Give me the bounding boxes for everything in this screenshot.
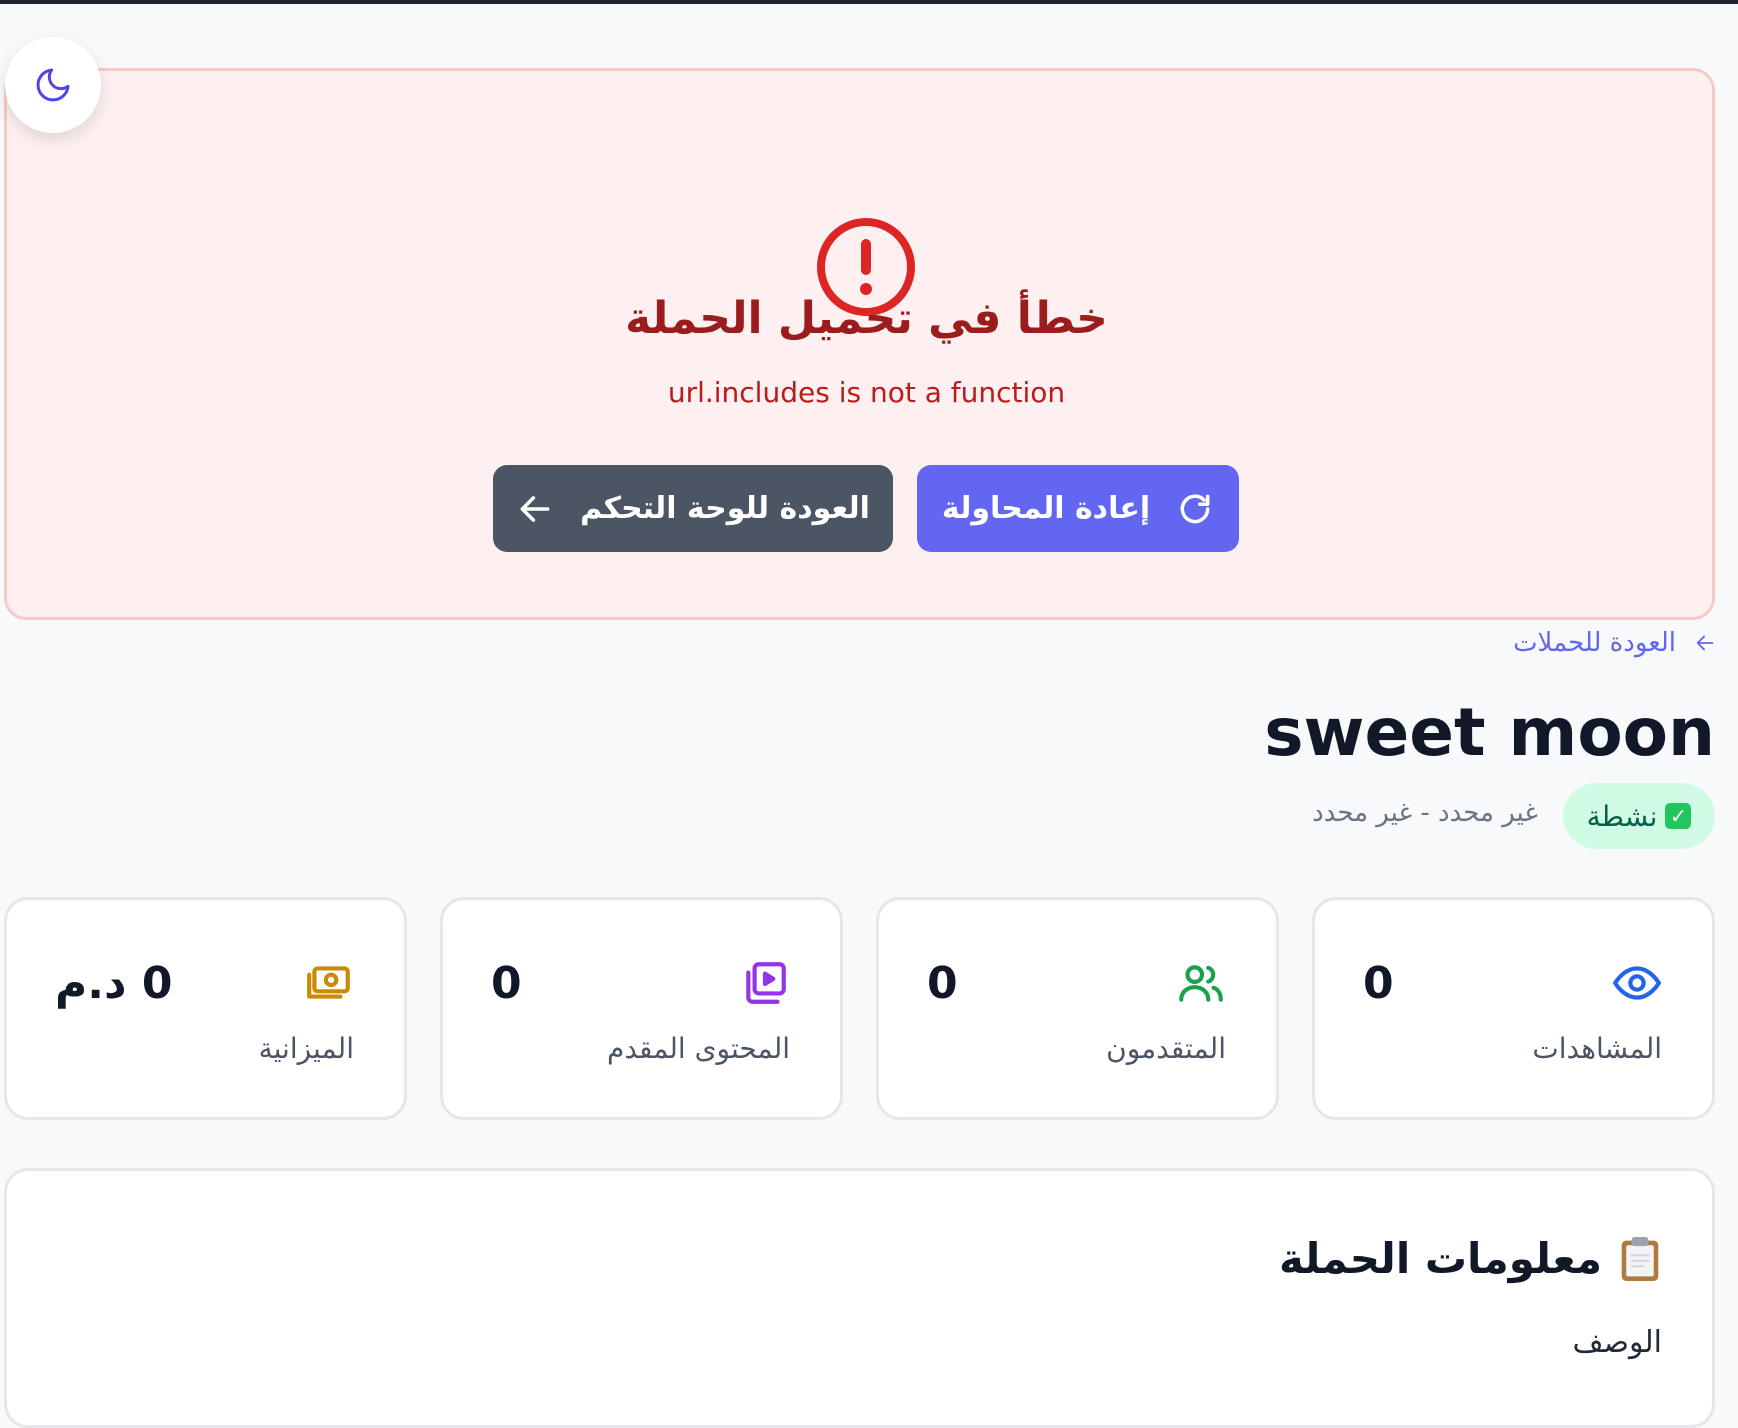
error-panel: خطأ في تحميل الحملة url.includes is not … (4, 68, 1715, 620)
info-title: معلومات الحملة (1279, 1234, 1662, 1283)
eye-icon (1613, 966, 1661, 1000)
back-to-campaigns-link[interactable]: العودة للحملات (1513, 628, 1716, 658)
stat-card-budget: 0 د.م الميزانية (4, 897, 407, 1120)
status-label: نشطة (1586, 799, 1658, 833)
stat-card-applicants: 0 المتقدمون (876, 897, 1279, 1120)
check-icon: ✓ (1665, 803, 1692, 829)
back-to-campaigns-label: العودة للحملات (1513, 628, 1676, 658)
stat-value: 0 (491, 958, 522, 1009)
video-library-icon (746, 962, 786, 1004)
refresh-icon (1180, 494, 1210, 523)
error-title: خطأ في تحميل الحملة (625, 293, 1108, 344)
retry-button[interactable]: إعادة المحاولة (917, 465, 1239, 552)
stat-value: 0 (1363, 958, 1394, 1009)
stat-label: الميزانية (258, 1032, 354, 1065)
stat-label: المشاهدات (1532, 1032, 1662, 1065)
stat-value: 0 (927, 958, 958, 1009)
users-icon (1179, 965, 1223, 1002)
back-to-dashboard-label: العودة للوحة التحكم (580, 491, 870, 526)
moon-icon (36, 68, 70, 102)
back-to-dashboard-button[interactable]: العودة للوحة التحكم (493, 465, 893, 552)
stat-label: المحتوى المقدم (607, 1032, 790, 1065)
stat-label: المتقدمون (1106, 1032, 1226, 1065)
money-icon (307, 966, 350, 999)
retry-label: إعادة المحاولة (941, 491, 1151, 526)
campaign-title: sweet moon (1264, 694, 1715, 771)
error-message: url.includes is not a function (667, 376, 1066, 409)
arrow-left-icon (520, 495, 550, 522)
theme-toggle-button[interactable] (5, 37, 101, 133)
date-range: غير محدد - غير محدد (1312, 798, 1538, 828)
top-bar (0, 0, 1738, 4)
clipboard-icon (1621, 1236, 1659, 1281)
description-label: الوصف (1572, 1325, 1662, 1360)
stat-card-views: 0 المشاهدات (1312, 897, 1715, 1120)
stat-value: 0 د.م (55, 958, 173, 1009)
arrow-left-icon (1696, 635, 1714, 651)
stat-card-submitted-content: 0 المحتوى المقدم (440, 897, 843, 1120)
status-badge: ✓ نشطة (1563, 783, 1715, 849)
campaign-info-card: معلومات الحملة الوصف (4, 1168, 1715, 1428)
info-title-label: معلومات الحملة (1279, 1234, 1602, 1283)
